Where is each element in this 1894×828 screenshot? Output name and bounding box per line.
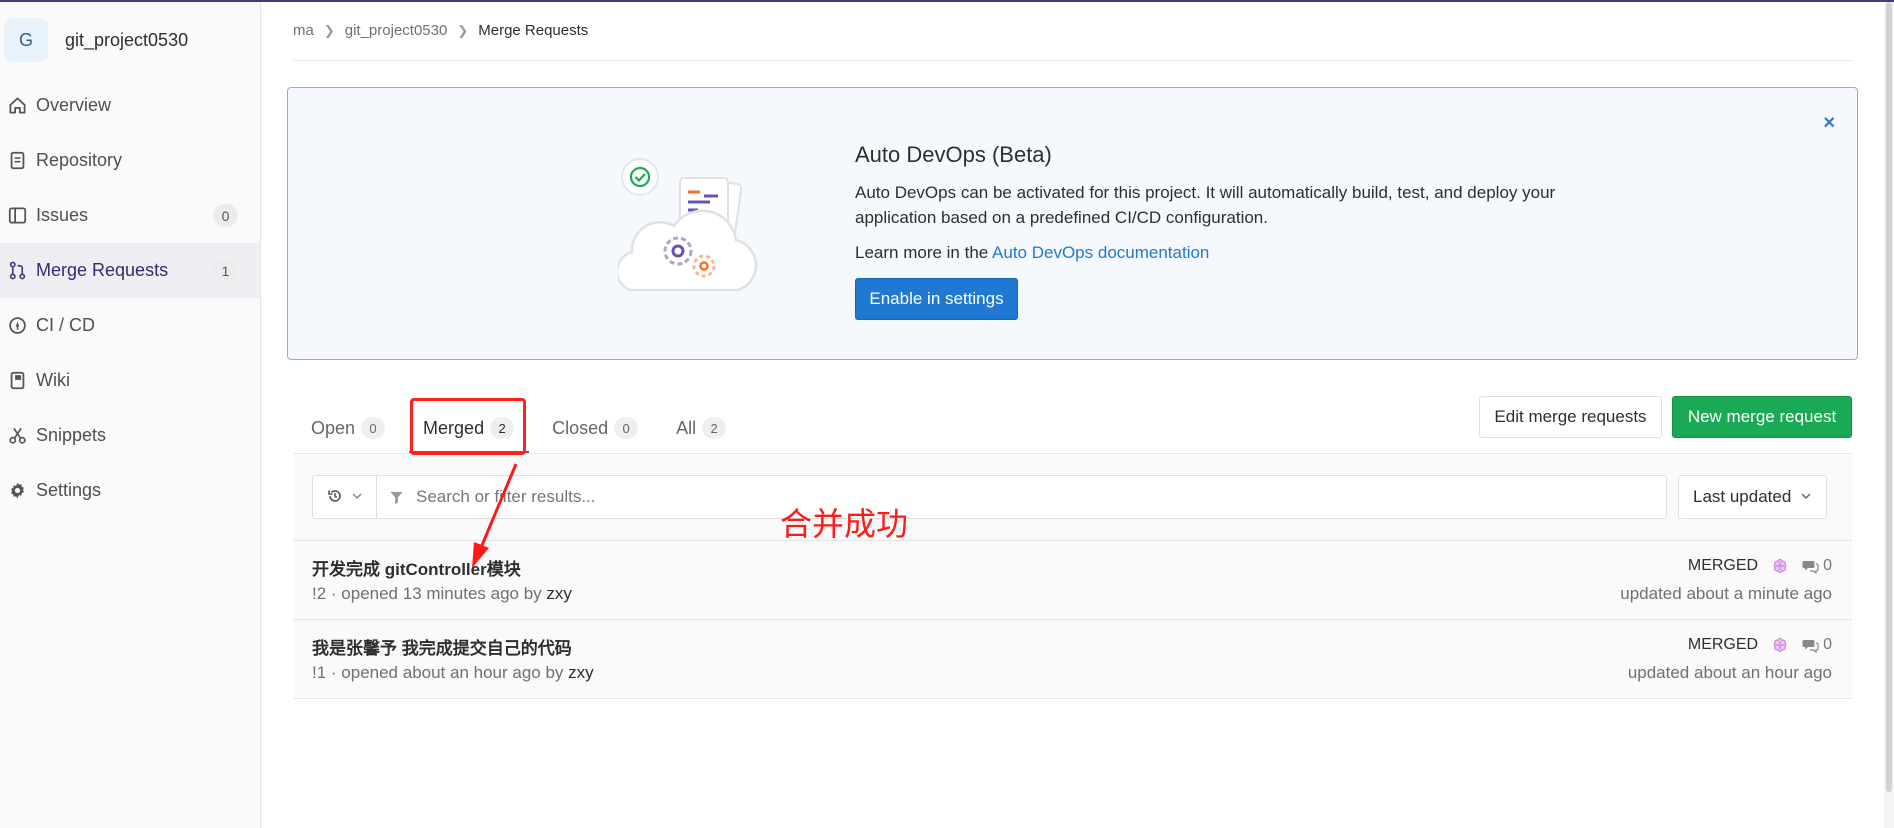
comments-icon <box>1802 639 1819 653</box>
pipeline-icon[interactable] <box>1772 558 1788 574</box>
mr-meta-text: !1 · opened about an hour ago by <box>312 663 569 682</box>
mr-meta-text: !2 · opened 13 minutes ago by <box>312 584 547 603</box>
scissors-icon <box>6 425 28 447</box>
project-sidebar: G git_project0530 Overview Repository Is… <box>0 2 261 828</box>
banner-title: Auto DevOps (Beta) <box>855 142 1052 167</box>
tab-all[interactable]: All 2 <box>676 402 727 454</box>
sort-label: Last updated <box>1693 487 1792 506</box>
chevron-down-icon <box>351 489 363 505</box>
sidebar-item-label: Issues <box>36 205 89 225</box>
sidebar-item-snippets[interactable]: Snippets <box>0 408 260 463</box>
sidebar-item-label: Repository <box>36 150 123 170</box>
tab-count-badge: 2 <box>702 417 727 439</box>
project-name[interactable]: git_project0530 <box>65 30 188 51</box>
tab-open[interactable]: Open 0 <box>311 402 386 454</box>
gear-icon <box>6 480 28 502</box>
tab-label: Closed <box>552 417 609 438</box>
mr-state-tabs: Open 0 Merged 2 Closed 0 All 2 <box>311 402 764 454</box>
mr-meta: !2 · opened 13 minutes ago by zxy <box>312 584 572 604</box>
banner-learn-more: Learn more in the Auto DevOps documentat… <box>855 243 1209 263</box>
filter-icon <box>389 490 404 505</box>
search-input[interactable] <box>416 487 1616 507</box>
sidebar-item-label: CI / CD <box>36 315 96 335</box>
tab-count-badge: 0 <box>361 417 386 439</box>
auto-devops-docs-link[interactable]: Auto DevOps documentation <box>992 243 1209 262</box>
tab-label: Open <box>311 417 356 438</box>
mr-title[interactable]: 我是张馨予 我完成提交自己的代码 <box>312 634 572 659</box>
status-badge: MERGED <box>1687 557 1759 574</box>
auto-devops-banner: × Auto DevOps (Beta) Auto DevOps can be … <box>287 87 1858 360</box>
sidebar-item-label: Snippets <box>36 425 107 445</box>
close-icon[interactable]: × <box>1823 112 1835 135</box>
filter-search-box[interactable] <box>376 475 1667 519</box>
scrollbar-thumb[interactable] <box>1886 2 1892 792</box>
annotation-arrow <box>472 463 518 568</box>
merge-request-icon <box>6 260 28 282</box>
history-icon <box>327 488 343 507</box>
banner-description: Auto DevOps can be activated for this pr… <box>855 183 1556 227</box>
breadcrumb-current[interactable]: Merge Requests <box>478 22 588 39</box>
recent-searches-dropdown[interactable] <box>312 475 376 519</box>
breadcrumb: ma ❯ git_project0530 ❯ Merge Requests <box>293 22 588 39</box>
mr-meta: !1 · opened about an hour ago by zxy <box>312 663 594 683</box>
tab-closed[interactable]: Closed 0 <box>552 402 639 454</box>
rocket-icon <box>6 315 28 337</box>
sidebar-item-overview[interactable]: Overview <box>0 78 260 133</box>
status-badge: MERGED <box>1687 636 1759 653</box>
chevron-down-icon <box>1800 487 1812 507</box>
mr-status-area: MERGED 0 <box>1688 636 1832 654</box>
sidebar-item-repository[interactable]: Repository <box>0 133 260 188</box>
breadcrumb-item[interactable]: ma <box>293 22 314 39</box>
annotation-highlight-box <box>410 398 526 455</box>
divider <box>293 60 1852 61</box>
sort-dropdown[interactable]: Last updated <box>1678 475 1827 519</box>
sidebar-item-label: Wiki <box>36 370 70 390</box>
chevron-right-icon: ❯ <box>457 22 469 38</box>
comments-count[interactable]: 0 <box>1802 557 1832 575</box>
issues-icon <box>6 205 28 227</box>
tab-label: All <box>676 417 697 438</box>
tab-count-badge: 0 <box>614 417 639 439</box>
breadcrumb-item[interactable]: git_project0530 <box>345 22 448 39</box>
new-merge-request-button[interactable]: New merge request <box>1672 396 1852 438</box>
comments-count-value: 0 <box>1823 636 1832 653</box>
merge-requests-count-badge: 1 <box>213 259 238 282</box>
mr-author[interactable]: zxy <box>568 663 594 682</box>
edit-merge-requests-button[interactable]: Edit merge requests <box>1479 396 1662 438</box>
issues-count-badge: 0 <box>213 204 238 227</box>
mr-author[interactable]: zxy <box>546 584 572 603</box>
enable-in-settings-button[interactable]: Enable in settings <box>855 278 1018 320</box>
sidebar-item-settings[interactable]: Settings <box>0 463 260 518</box>
book-icon <box>6 370 28 392</box>
sidebar-item-merge-requests[interactable]: Merge Requests 1 <box>0 243 260 298</box>
sidebar-item-ci-cd[interactable]: CI / CD <box>0 298 260 353</box>
doc-icon <box>6 150 28 172</box>
sidebar-nav: Overview Repository Issues 0 Merge Reque… <box>0 78 260 518</box>
sidebar-item-wiki[interactable]: Wiki <box>0 353 260 408</box>
annotation-text: 合并成功 <box>780 505 909 543</box>
mr-status-area: MERGED 0 <box>1688 557 1832 575</box>
list-item[interactable]: 我是张馨予 我完成提交自己的代码 !1 · opened about an ho… <box>293 620 1852 699</box>
project-avatar[interactable]: G <box>4 18 48 62</box>
project-header[interactable]: G git_project0530 <box>0 2 260 78</box>
pipeline-icon[interactable] <box>1772 637 1788 653</box>
mr-updated-time: updated about a minute ago <box>1620 584 1832 603</box>
sidebar-item-label: Settings <box>36 480 102 500</box>
sidebar-item-label: Merge Requests <box>36 260 169 280</box>
sidebar-item-label: Overview <box>36 95 112 115</box>
learn-more-text: Learn more in the <box>855 243 993 262</box>
chevron-right-icon: ❯ <box>323 22 335 38</box>
comments-count[interactable]: 0 <box>1802 636 1832 654</box>
comments-icon <box>1802 560 1819 574</box>
sidebar-item-issues[interactable]: Issues 0 <box>0 188 260 243</box>
mr-updated-time: updated about an hour ago <box>1627 663 1832 682</box>
cloud-gears-illustration <box>618 158 758 292</box>
comments-count-value: 0 <box>1823 557 1832 574</box>
home-icon <box>6 95 28 117</box>
